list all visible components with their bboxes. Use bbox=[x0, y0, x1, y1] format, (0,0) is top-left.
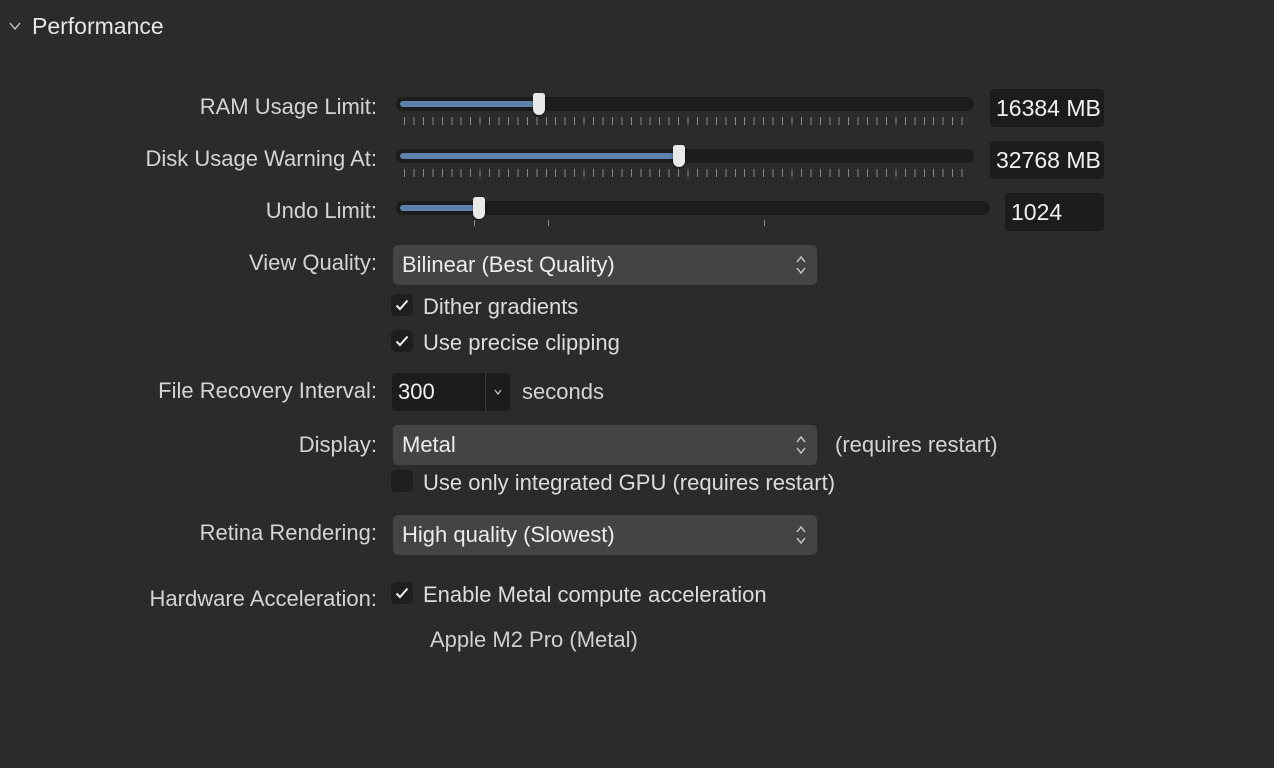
display-popup[interactable]: Metal bbox=[393, 425, 817, 465]
file-recovery-dropdown-button[interactable] bbox=[486, 373, 510, 411]
retina-rendering-label: Retina Rendering: bbox=[199, 520, 377, 545]
ram-usage-label: RAM Usage Limit: bbox=[199, 94, 377, 119]
checkmark-icon bbox=[395, 299, 409, 311]
slider-fill bbox=[400, 153, 680, 159]
view-quality-value: Bilinear (Best Quality) bbox=[402, 252, 615, 277]
slider-thumb[interactable] bbox=[473, 197, 486, 219]
section-title: Performance bbox=[32, 12, 164, 39]
slider-tick bbox=[764, 220, 765, 226]
slider-fill bbox=[400, 205, 480, 211]
section-header-performance[interactable]: Performance bbox=[8, 10, 164, 42]
integrated-gpu-label: Use only integrated GPU (requires restar… bbox=[423, 470, 836, 495]
slider-ticks bbox=[404, 169, 966, 177]
slider-ticks bbox=[404, 117, 966, 125]
slider-track bbox=[396, 201, 990, 215]
disk-warning-slider[interactable] bbox=[396, 145, 974, 177]
gpu-device-name: Apple M2 Pro (Metal) bbox=[430, 627, 638, 652]
undo-limit-label: Undo Limit: bbox=[265, 198, 377, 223]
precise-clipping-checkbox[interactable] bbox=[391, 330, 413, 352]
file-recovery-unit: seconds bbox=[522, 379, 604, 404]
slider-fill bbox=[400, 101, 539, 107]
up-down-arrows-icon bbox=[796, 435, 806, 455]
chevron-down-icon bbox=[9, 22, 21, 31]
precise-clipping-label: Use precise clipping bbox=[423, 330, 620, 355]
undo-limit-slider[interactable] bbox=[396, 197, 990, 226]
slider-thumb[interactable] bbox=[532, 93, 545, 115]
integrated-gpu-checkbox[interactable] bbox=[391, 470, 413, 492]
undo-limit-field[interactable]: 1024 bbox=[1005, 193, 1104, 231]
view-quality-popup[interactable]: Bilinear (Best Quality) bbox=[393, 245, 817, 285]
dither-gradients-label: Dither gradients bbox=[423, 294, 579, 319]
metal-compute-label: Enable Metal compute acceleration bbox=[423, 582, 767, 607]
checkmark-icon bbox=[395, 335, 409, 347]
display-value: Metal bbox=[402, 432, 456, 457]
slider-tick bbox=[548, 220, 549, 226]
slider-tick bbox=[474, 220, 475, 226]
up-down-arrows-icon bbox=[796, 255, 806, 275]
display-label: Display: bbox=[298, 432, 377, 457]
retina-rendering-value: High quality (Slowest) bbox=[402, 522, 615, 547]
disk-warning-field[interactable]: 32768 MB bbox=[990, 141, 1104, 179]
ram-usage-field[interactable]: 16384 MB bbox=[990, 89, 1104, 127]
up-down-arrows-icon bbox=[796, 525, 806, 545]
file-recovery-label: File Recovery Interval: bbox=[158, 378, 377, 403]
hardware-acceleration-label: Hardware Acceleration: bbox=[149, 586, 377, 611]
display-restart-note: (requires restart) bbox=[835, 432, 998, 457]
checkmark-icon bbox=[395, 587, 409, 599]
view-quality-label: View Quality: bbox=[249, 250, 377, 275]
disk-warning-label: Disk Usage Warning At: bbox=[145, 146, 378, 171]
slider-thumb[interactable] bbox=[673, 145, 686, 167]
metal-compute-checkbox[interactable] bbox=[391, 582, 413, 604]
retina-rendering-popup[interactable]: High quality (Slowest) bbox=[393, 515, 817, 555]
dither-gradients-checkbox[interactable] bbox=[391, 294, 413, 316]
ram-usage-slider[interactable] bbox=[396, 93, 974, 125]
file-recovery-value[interactable]: 300 bbox=[398, 373, 435, 411]
chevron-down-icon bbox=[494, 389, 502, 396]
file-recovery-combo[interactable]: 300 bbox=[392, 373, 510, 411]
